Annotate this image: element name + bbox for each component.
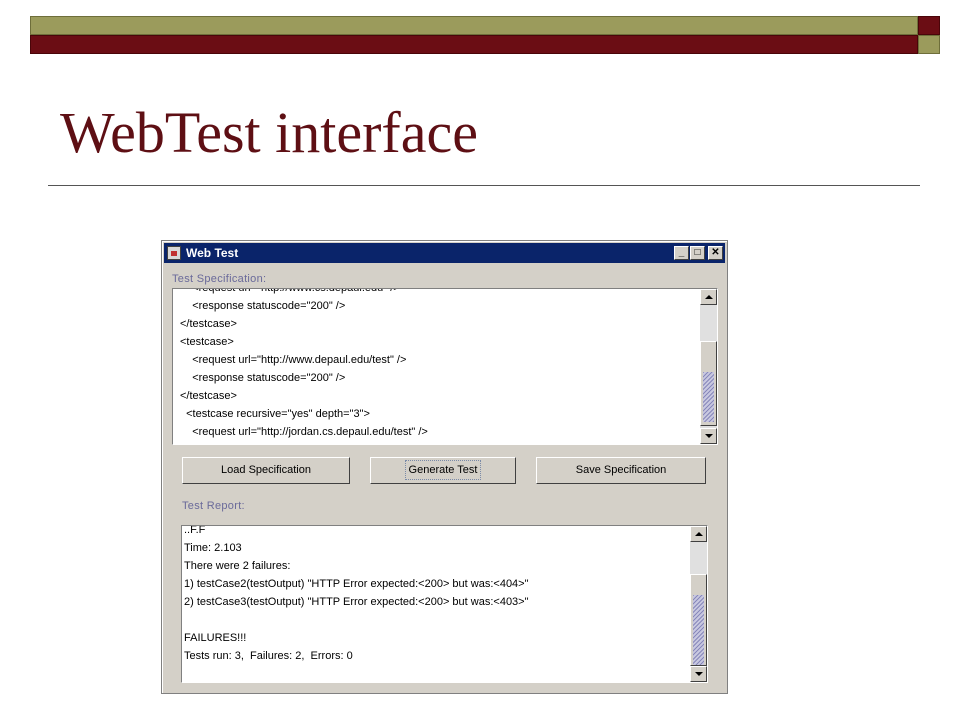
header-square-olive <box>918 35 940 54</box>
header-bar-olive <box>30 16 918 35</box>
report-scrollbar[interactable] <box>690 526 707 682</box>
save-specification-label: Save Specification <box>575 464 667 476</box>
text-line: 2) testCase3(testOutput) "HTTP Error exp… <box>184 596 529 608</box>
text-line: Tests run: 3, Failures: 2, Errors: 0 <box>184 650 353 662</box>
text-line: There were 2 failures: <box>184 560 291 572</box>
text-line: <response statuscode="200" /> <box>180 372 346 384</box>
text-line: <testcase> <box>180 336 234 348</box>
slide-title: WebTest interface <box>60 100 478 165</box>
text-line: 1) testCase2(testOutput) "HTTP Error exp… <box>184 578 529 590</box>
generate-test-label: Generate Test <box>404 460 482 480</box>
title-divider <box>48 185 920 186</box>
generate-test-button[interactable]: Generate Test <box>370 457 516 484</box>
java-coffee-cup-icon <box>167 246 181 260</box>
text-line: FAILURES!!! <box>184 632 247 644</box>
scroll-down-icon[interactable] <box>700 428 717 444</box>
test-specification-textarea[interactable]: <request url="http://www.cs.depaul.edu" … <box>172 288 718 445</box>
header-square-maroon <box>918 16 940 35</box>
text-line: <response statuscode="200" /> <box>180 300 346 312</box>
header-bar-maroon <box>30 35 918 54</box>
save-specification-button[interactable]: Save Specification <box>536 457 706 484</box>
web-test-window: Web Test _ □ ✕ Test Specification: <requ… <box>161 240 728 694</box>
load-specification-button[interactable]: Load Specification <box>182 457 350 484</box>
scroll-up-icon[interactable] <box>700 289 717 305</box>
scroll-up-icon[interactable] <box>690 526 707 542</box>
test-report-label: Test Report: <box>182 500 245 512</box>
load-specification-label: Load Specification <box>221 464 311 476</box>
text-line: </testcase> <box>180 318 237 330</box>
scrollbar-thumb[interactable] <box>690 574 707 666</box>
text-line: </testcase> <box>180 390 237 402</box>
test-report-textarea[interactable]: ..F.F Time: 2.103 There were 2 failures: 1)… <box>181 525 708 683</box>
close-button[interactable]: ✕ <box>708 246 723 260</box>
grip-texture <box>693 595 704 665</box>
text-line: <request url="http://www.cs.depaul.edu" … <box>180 289 399 297</box>
text-line: Time: 2.103 <box>184 542 242 554</box>
window-title: Web Test <box>186 246 239 260</box>
test-specification-content: <request url="http://www.cs.depaul.edu" … <box>173 289 700 444</box>
text-line: <request url="http://www.depaul.edu/test… <box>180 354 407 366</box>
text-line: <request url="http://jordan.cs.depaul.ed… <box>180 426 428 438</box>
scroll-down-icon[interactable] <box>690 666 707 682</box>
test-report-content: ..F.F Time: 2.103 There were 2 failures: 1)… <box>182 526 690 682</box>
maximize-button[interactable]: □ <box>690 246 705 260</box>
grip-texture <box>703 372 714 422</box>
text-line: <testcase recursive="yes" depth="3"> <box>180 408 370 420</box>
window-titlebar[interactable]: Web Test _ □ ✕ <box>164 243 725 263</box>
test-specification-label: Test Specification: <box>172 273 267 285</box>
text-line: ..F.F <box>184 526 206 536</box>
scrollbar-thumb[interactable] <box>700 341 717 426</box>
minimize-button[interactable]: _ <box>674 246 689 260</box>
spec-scrollbar[interactable] <box>700 289 717 444</box>
